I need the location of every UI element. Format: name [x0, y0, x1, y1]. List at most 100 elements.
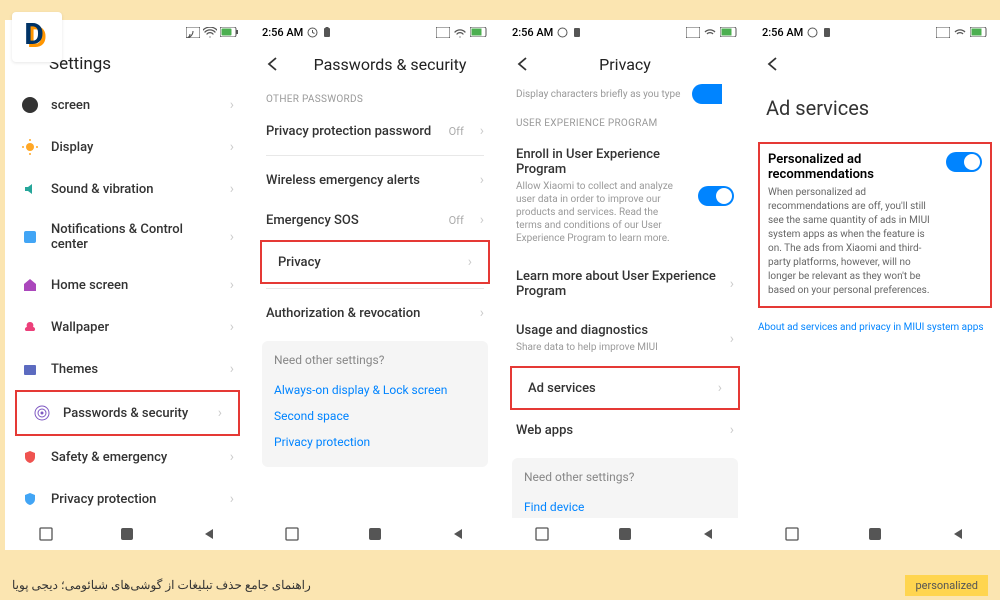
list-item-privacy-protection[interactable]: Privacy protection › — [5, 478, 250, 518]
list-item-sound[interactable]: Sound & vibration › — [5, 168, 250, 210]
label: Authorization & revocation — [266, 306, 468, 321]
about-link[interactable]: About ad services and privacy in MIUI sy… — [750, 314, 1000, 341]
content: Ad services Personalized ad recommendati… — [750, 84, 1000, 518]
list-item-screen-cut[interactable]: screen › — [5, 84, 250, 126]
value-text: Off — [449, 214, 464, 227]
list-item-display[interactable]: Display › — [5, 126, 250, 168]
list-item-learn-uep[interactable]: Learn more about User Experience Program… — [500, 257, 750, 311]
nav-home-icon[interactable] — [120, 527, 134, 541]
cast-icon — [186, 27, 200, 38]
list-item-notifications[interactable]: Notifications & Control center › — [5, 210, 250, 264]
list-item-emergency-sos[interactable]: Emergency SOS Off › — [250, 200, 500, 240]
list-item-enroll-uep[interactable]: Enroll in User Experience Program Allow … — [500, 135, 750, 257]
icon-shield — [21, 490, 39, 508]
chevron-icon: › — [230, 97, 234, 113]
nav-bar — [250, 518, 500, 550]
chevron-icon: › — [480, 172, 484, 188]
footer-suggestions: Need other settings? Always-on display &… — [262, 341, 488, 467]
status-icons — [936, 27, 988, 38]
nav-home-icon[interactable] — [368, 527, 382, 541]
footer-title: Need other settings? — [274, 353, 476, 367]
nav-back-icon[interactable] — [951, 527, 965, 541]
footer-link[interactable]: Always-on display & Lock screen — [274, 377, 476, 403]
highlight-passwords: Passwords & security › — [15, 390, 240, 436]
battery-icon — [220, 27, 238, 37]
logo-text: D — [27, 20, 47, 55]
label: Emergency SOS — [266, 213, 437, 228]
list-item-authorization[interactable]: Authorization & revocation › — [250, 293, 500, 333]
back-icon[interactable] — [512, 54, 532, 74]
toggle-on[interactable] — [698, 186, 734, 206]
wifi-icon — [453, 27, 467, 38]
phone-row: Settings screen › Display › Sound & vibr… — [0, 0, 1000, 550]
subtitle: Display characters briefly as you type — [516, 89, 680, 100]
footer-link[interactable]: Privacy protection — [274, 429, 476, 455]
list-item-wireless-alerts[interactable]: Wireless emergency alerts › — [250, 160, 500, 200]
chevron-icon: › — [230, 139, 234, 155]
phone-privacy: 2:56 AM Privacy Display characters brief… — [500, 20, 750, 550]
battery-icon — [720, 27, 738, 37]
label: Personalized ad recommendations — [768, 152, 938, 182]
section-label: USER EXPERIENCE PROGRAM — [500, 108, 750, 135]
chevron-icon: › — [480, 305, 484, 321]
nav-recent-icon[interactable] — [785, 527, 799, 541]
toggle-on[interactable] — [946, 152, 982, 172]
back-icon[interactable] — [762, 54, 782, 74]
label: Ad services — [528, 381, 706, 396]
back-icon[interactable] — [262, 54, 282, 74]
list-item-themes[interactable]: Themes › — [5, 348, 250, 390]
footer-suggestions: Need other settings? Find device — [512, 458, 738, 518]
nav-recent-icon[interactable] — [39, 527, 53, 541]
list-item-wallpaper[interactable]: Wallpaper › — [5, 306, 250, 348]
label: Display — [51, 140, 218, 155]
footer-link[interactable]: Second space — [274, 403, 476, 429]
chevron-icon: › — [230, 277, 234, 293]
list-item-web-apps[interactable]: Web apps › — [500, 410, 750, 450]
chevron-icon: › — [468, 254, 472, 270]
clock-icon — [307, 27, 318, 38]
charge-icon — [322, 27, 332, 38]
phone-settings: Settings screen › Display › Sound & vibr… — [5, 20, 250, 550]
toggle-on[interactable] — [692, 84, 722, 104]
nav-recent-icon[interactable] — [285, 527, 299, 541]
footer-link[interactable]: Find device — [524, 494, 726, 518]
list-item-personalized-ads[interactable]: Personalized ad recommendations When per… — [768, 152, 982, 298]
label: Home screen — [51, 278, 218, 293]
label: Web apps — [516, 423, 718, 438]
label: Privacy protection password — [266, 124, 437, 139]
icon-notifications — [21, 228, 39, 246]
time-text: 2:56 AM — [762, 26, 803, 39]
label: Usage and diagnostics — [516, 323, 718, 338]
list-item-safety[interactable]: Safety & emergency › — [5, 436, 250, 478]
icon-aod — [21, 96, 39, 114]
icon-safety — [21, 448, 39, 466]
list-item-passwords[interactable]: Passwords & security › — [17, 392, 238, 434]
list-item-ad-services[interactable]: Ad services › — [512, 368, 738, 408]
battery-icon — [970, 27, 988, 37]
nav-home-icon[interactable] — [868, 527, 882, 541]
caption-text: راهنمای جامع حذف تبلیغات از گوشی‌های شیا… — [12, 578, 311, 592]
label: Passwords & security — [63, 406, 206, 421]
nav-bar — [500, 518, 750, 550]
icon-sound — [21, 180, 39, 198]
list-item-privacy[interactable]: Privacy › — [262, 242, 488, 282]
phone-ad-services: 2:56 AM Ad services Personalized ad reco… — [750, 20, 1000, 550]
list-item-privacy-password[interactable]: Privacy protection password Off › — [250, 111, 500, 151]
label: Enroll in User Experience Program — [516, 147, 686, 177]
list-item-usage-diag[interactable]: Usage and diagnostics Share data to help… — [500, 311, 750, 366]
nav-recent-icon[interactable] — [535, 527, 549, 541]
nav-home-icon[interactable] — [618, 527, 632, 541]
status-time: 2:56 AM — [762, 26, 832, 39]
divider — [266, 288, 484, 289]
caption-tag: personalized — [905, 575, 988, 596]
list-item-display-chars[interactable]: Display characters briefly as you type — [500, 84, 750, 108]
list-item-homescreen[interactable]: Home screen › — [5, 264, 250, 306]
nav-back-icon[interactable] — [451, 527, 465, 541]
chevron-icon: › — [480, 123, 484, 139]
status-bar: 2:56 AM — [750, 20, 1000, 44]
nav-back-icon[interactable] — [202, 527, 216, 541]
cast-icon — [936, 27, 950, 38]
label: Notifications & Control center — [51, 222, 218, 252]
chevron-icon: › — [230, 449, 234, 465]
nav-back-icon[interactable] — [701, 527, 715, 541]
